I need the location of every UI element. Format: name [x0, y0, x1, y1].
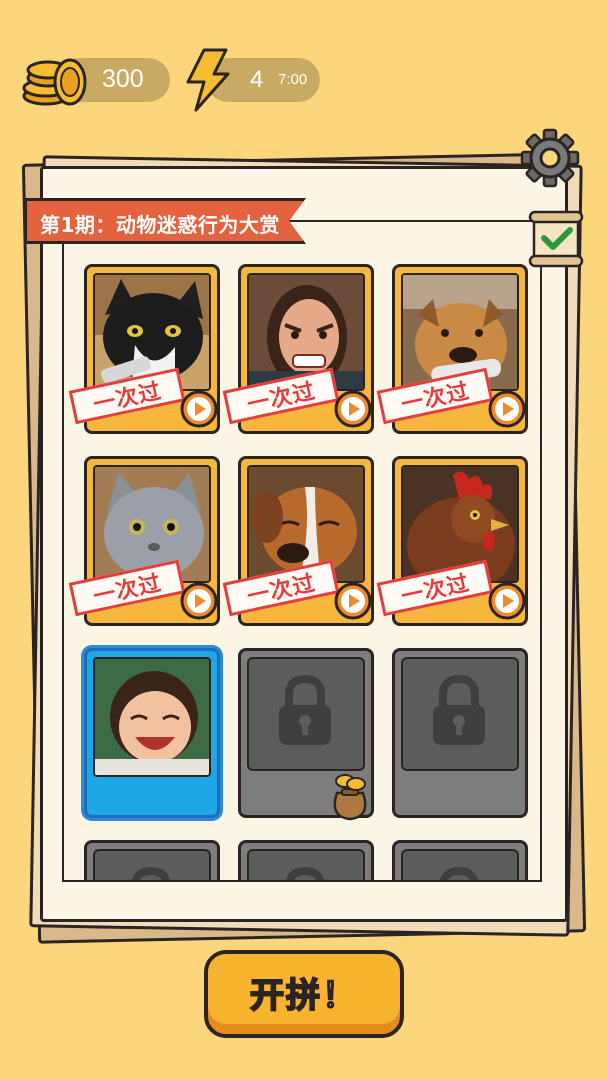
level-card-8 — [238, 648, 375, 821]
coin-count: 300 — [102, 65, 144, 93]
play-icon[interactable] — [179, 389, 219, 429]
energy-count: 4 — [250, 66, 264, 93]
level-card-9 — [392, 648, 528, 818]
level-card-4[interactable]: 一次过 — [68, 456, 220, 626]
coins-icon — [22, 58, 87, 106]
lock-icon — [285, 866, 325, 880]
level-card-1[interactable]: 一次过 — [68, 264, 220, 434]
lock-icon — [439, 866, 479, 880]
level-card-3[interactable]: 一次过 — [376, 264, 528, 434]
level-art-baby — [93, 657, 211, 777]
lightning-icon — [186, 48, 230, 112]
level-card-10 — [84, 840, 220, 880]
lock-icon — [131, 866, 171, 880]
start-button[interactable]: 开拼！ — [204, 950, 404, 1038]
energy-timer: 7:00 — [278, 71, 308, 88]
lock-icon — [279, 674, 331, 745]
play-icon[interactable] — [487, 581, 527, 621]
play-icon[interactable] — [179, 581, 219, 621]
play-icon[interactable] — [487, 389, 527, 429]
start-button-label: 开拼！ — [249, 975, 358, 1017]
level-card-6[interactable]: 一次过 — [376, 456, 528, 626]
scroll-check-icon[interactable] — [526, 208, 586, 270]
level-card-12 — [392, 840, 528, 880]
lock-icon — [433, 674, 485, 745]
gear-icon[interactable] — [520, 128, 580, 188]
level-card-11 — [238, 840, 374, 880]
episode-title: 第1期：动物迷惑行为大赏 — [40, 213, 280, 237]
coin-bag-icon[interactable] — [325, 771, 375, 821]
level-grid[interactable]: 一次过 一次过 一次过 一次过 一次过 一次过 — [62, 220, 542, 882]
level-card-7[interactable] — [84, 648, 220, 818]
play-icon[interactable] — [333, 389, 373, 429]
play-icon[interactable] — [333, 581, 373, 621]
level-card-2[interactable]: 一次过 — [222, 264, 374, 434]
level-card-5[interactable]: 一次过 — [222, 456, 374, 626]
